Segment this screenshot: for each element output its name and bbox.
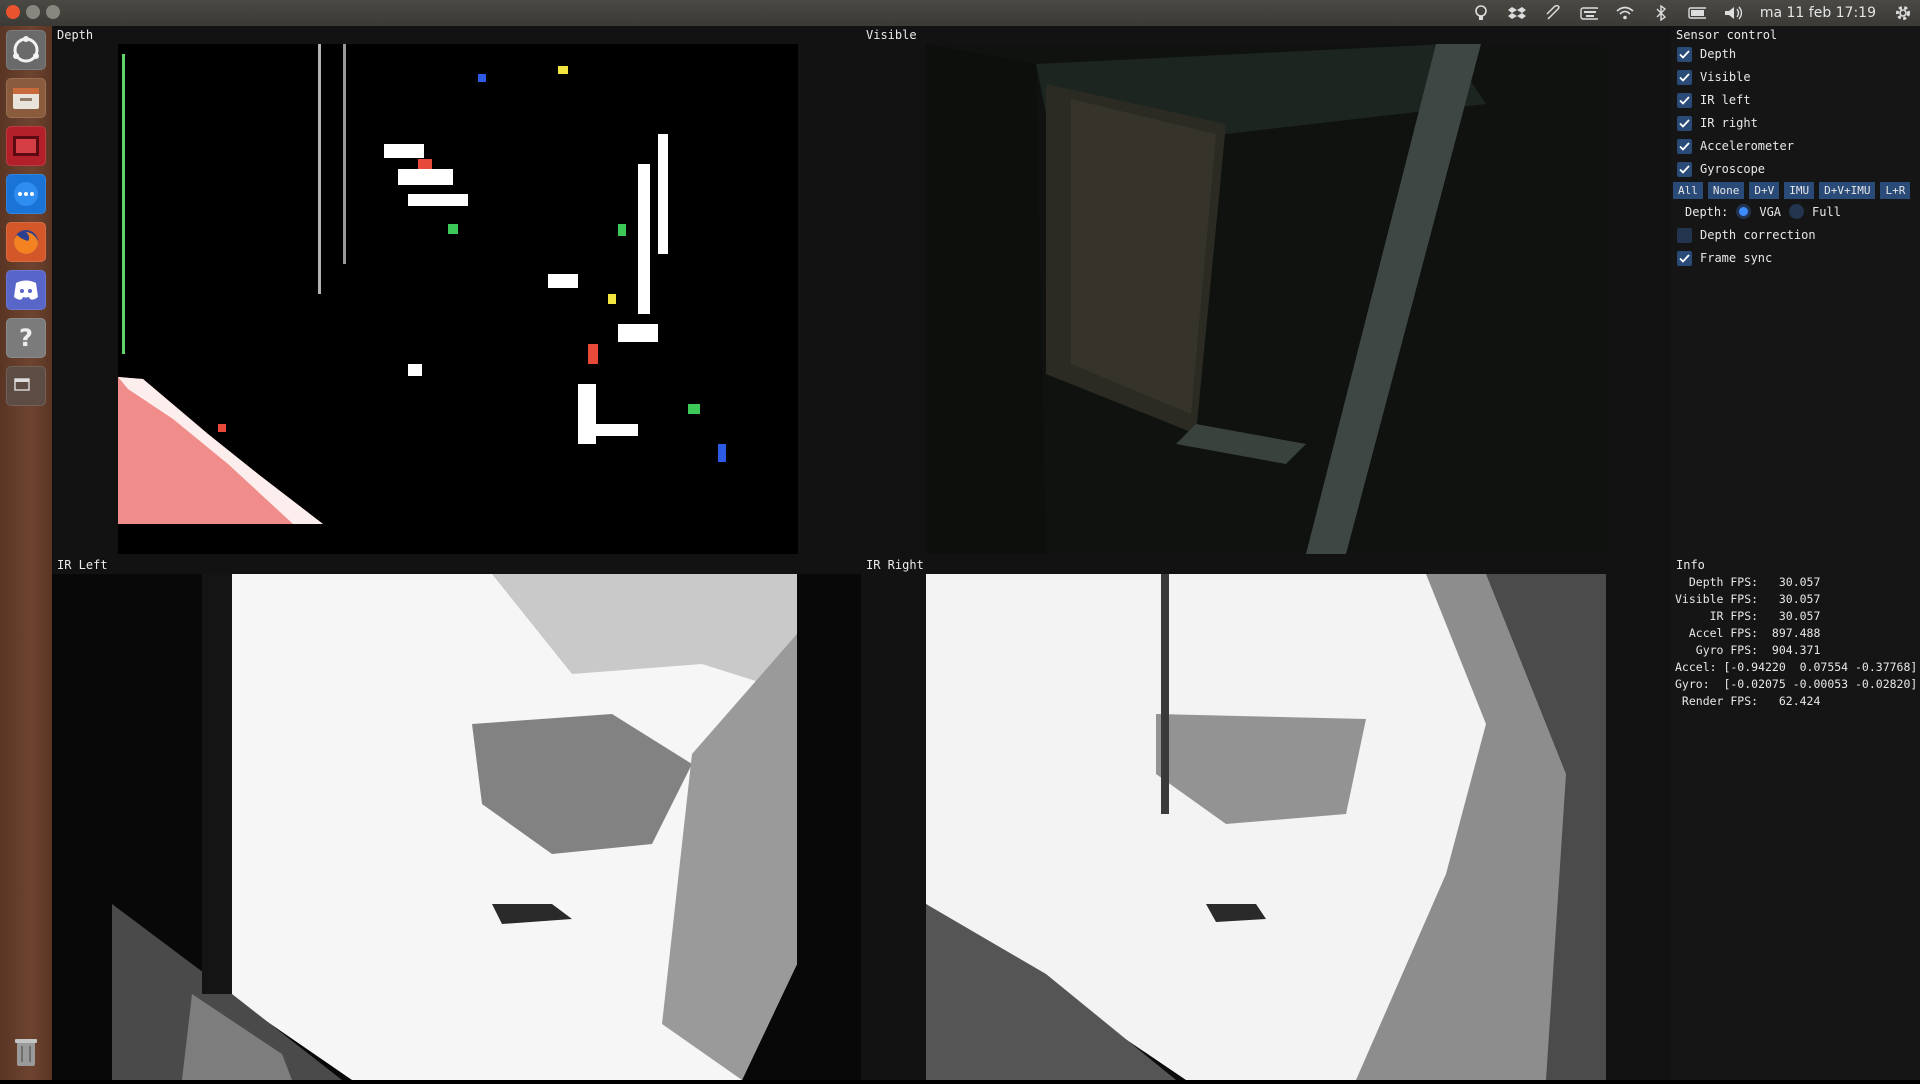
window-icon[interactable] [6,366,46,406]
visible-view[interactable] [926,44,1606,554]
none-button[interactable]: None [1707,182,1745,199]
top-panel: ma 11 feb 17:19 [0,0,1920,27]
visible-checkbox[interactable]: Visible [1677,67,1751,87]
panel-title: Depth [57,28,94,42]
files-icon[interactable] [6,78,46,118]
ir-left-checkbox[interactable]: IR left [1677,90,1751,110]
panel-title: Sensor control [1676,28,1778,42]
app-red-icon[interactable] [6,126,46,166]
gyro-values-line: Gyro: [-0.02075 -0.00053 -0.02820] [1675,677,1918,691]
ir-right-checkbox[interactable]: IR right [1677,113,1758,133]
bulb-icon[interactable] [1472,4,1490,22]
ir-fps-line: IR FPS: 30.057 [1675,609,1821,623]
depth-panel: Depth [52,26,861,556]
l-r-button[interactable]: L+R [1880,182,1911,199]
help-icon[interactable]: ? [6,318,46,358]
depth-view[interactable] [118,44,798,554]
check-icon [1677,92,1692,108]
depth-resolution-label: Depth: [1685,204,1729,219]
depth-correction-checkbox[interactable]: Depth correction [1677,225,1816,245]
depth-resolution-row: Depth: VGA Full [1685,204,1841,219]
gyroscope-checkbox[interactable]: Gyroscope [1677,159,1765,179]
ir-left-view[interactable] [52,574,861,1080]
visible-fps-line: Visible FPS: 30.057 [1675,592,1821,606]
depth-fps-line: Depth FPS: 30.057 [1675,575,1821,589]
accel-values-line: Accel: [-0.94220 0.07554 -0.37768] [1675,660,1918,674]
imu-button[interactable]: IMU [1784,182,1815,199]
preset-button-row: All None D+V IMU D+V+IMU L+R [1673,182,1911,199]
check-icon [1677,69,1692,85]
panel-title: Visible [866,28,917,42]
info-text: Depth FPS: 30.057 Visible FPS: 30.057 IR… [1675,574,1917,710]
info-panel: Info Depth FPS: 30.057 Visible FPS: 30.0… [1671,556,1920,1080]
discord-icon[interactable] [6,270,46,310]
paperclip-icon[interactable] [1544,4,1562,22]
volume-icon[interactable] [1724,4,1742,22]
gear-icon[interactable] [1894,4,1912,22]
render-fps-line: Render FPS: 62.424 [1675,694,1821,708]
firefox-icon[interactable] [6,222,46,262]
d-v-button[interactable]: D+V [1749,182,1780,199]
ir-left-panel: IR Left [52,556,861,1080]
depth-checkbox[interactable]: Depth [1677,44,1736,64]
vga-label: VGA [1759,204,1782,219]
ir-right-view[interactable] [926,574,1606,1080]
gyro-fps-line: Gyro FPS: 904.371 [1675,643,1821,657]
sensor-control-panel: Sensor control Depth Visible IR left IR … [1671,26,1920,556]
bluetooth-icon[interactable] [1652,4,1670,22]
battery-icon[interactable] [1688,4,1706,22]
window-minimize-button[interactable] [26,5,40,19]
accelerometer-checkbox[interactable]: Accelerometer [1677,136,1794,156]
all-button[interactable]: All [1673,182,1703,199]
clock[interactable]: ma 11 feb 17:19 [1760,5,1876,21]
app-window: Depth Visible IR Left IR Right Sensor co… [52,26,1920,1080]
check-icon [1677,46,1692,62]
panel-title: IR Left [57,558,108,572]
keyboard-icon[interactable] [1580,4,1598,22]
visible-panel: Visible [861,26,1671,556]
dropbox-icon[interactable] [1507,4,1526,22]
wifi-icon[interactable] [1616,4,1634,22]
window-close-button[interactable] [6,5,20,19]
full-radio[interactable] [1789,204,1805,219]
messenger-icon[interactable] [6,174,46,214]
panel-title: Info [1676,558,1705,572]
launcher: ? [0,26,52,1080]
check-icon [1677,138,1692,154]
full-label: Full [1812,204,1841,219]
window-maximize-button[interactable] [46,5,60,19]
check-icon [1677,250,1692,266]
check-icon [1677,115,1692,131]
accel-fps-line: Accel FPS: 897.488 [1675,626,1821,640]
ubuntu-dash-icon[interactable] [6,30,46,70]
panel-title: IR Right [866,558,924,572]
system-tray: ma 11 feb 17:19 [1472,0,1912,26]
check-icon [1677,161,1692,177]
frame-sync-checkbox[interactable]: Frame sync [1677,248,1772,268]
trash-icon[interactable] [6,1032,46,1072]
ir-right-panel: IR Right [861,556,1671,1080]
d-v-imu-button[interactable]: D+V+IMU [1819,182,1876,199]
vga-radio[interactable] [1736,204,1752,219]
